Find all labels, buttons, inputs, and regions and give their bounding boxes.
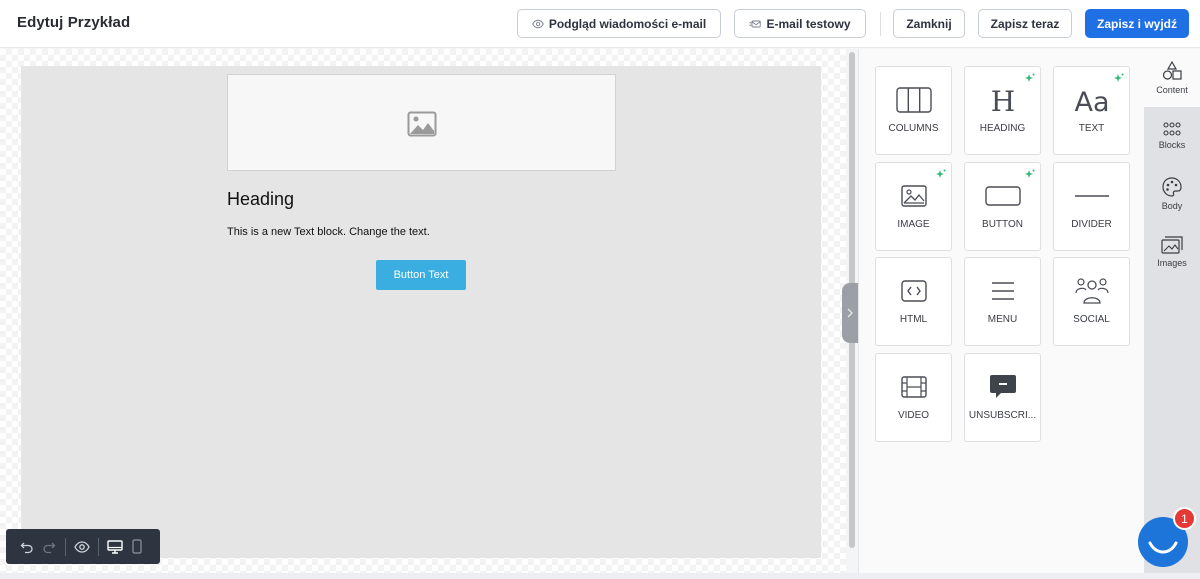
image-placeholder-icon xyxy=(407,111,437,137)
test-email-button[interactable]: E-mail testowy xyxy=(734,9,866,38)
undo-icon xyxy=(20,542,33,553)
email-heading-block[interactable]: Heading xyxy=(227,189,616,210)
divider-icon xyxy=(1074,195,1109,197)
content-tile-heading[interactable]: H HEADING xyxy=(964,66,1041,155)
video-icon xyxy=(900,376,927,398)
chat-smile-icon xyxy=(1148,541,1178,554)
email-preview-label: Podgląd wiadomości e-mail xyxy=(548,16,707,31)
content-tile-divider[interactable]: DIVIDER xyxy=(1053,162,1130,251)
content-tile-text[interactable]: Aa TEXT xyxy=(1053,66,1130,155)
email-body: Heading This is a new Text block. Change… xyxy=(227,74,616,290)
top-bar: Edytuj Przykład Podgląd wiadomości e-mai… xyxy=(0,0,1200,48)
tile-label: IMAGE xyxy=(897,219,930,230)
content-tile-social[interactable]: SOCIAL xyxy=(1053,257,1130,346)
columns-icon xyxy=(895,87,932,113)
save-now-label: Zapisz teraz xyxy=(990,16,1060,31)
image-placeholder-block[interactable] xyxy=(227,74,616,171)
envelope-icon xyxy=(749,20,762,27)
page-title: Edytuj Przykład xyxy=(17,14,131,31)
tile-label: COLUMNS xyxy=(888,123,939,134)
email-text-block[interactable]: This is a new Text block. Change the tex… xyxy=(227,226,616,238)
content-tile-image[interactable]: IMAGE xyxy=(875,162,952,251)
tile-label: UNSUBSCRI... xyxy=(968,410,1037,421)
side-tab-bar: Content Blocks Body Images xyxy=(1144,49,1200,575)
eye-icon xyxy=(532,19,544,28)
palette-icon xyxy=(1162,177,1182,197)
close-label: Zamknij xyxy=(906,16,952,31)
toolbar-divider xyxy=(98,537,99,556)
mobile-icon xyxy=(132,539,142,554)
redo-button[interactable] xyxy=(38,536,60,558)
svg-text:Aa: Aa xyxy=(1074,87,1109,115)
tab-content-label: Content xyxy=(1156,85,1188,95)
content-panel: COLUMNS H HEADING Aa TEXT IMAGE BUTTON D… xyxy=(858,49,1144,575)
tile-label: HTML xyxy=(899,314,928,325)
eye-icon xyxy=(74,540,90,553)
save-and-exit-button[interactable]: Zapisz i wyjdź xyxy=(1085,9,1189,38)
tile-label: DIVIDER xyxy=(1071,219,1112,230)
toolbar-divider xyxy=(65,537,66,556)
unsubscribe-icon xyxy=(989,375,1016,398)
text-icon: Aa xyxy=(1074,87,1109,115)
redo-icon xyxy=(43,542,56,553)
chat-notification-badge: 1 xyxy=(1173,507,1196,530)
save-and-exit-label: Zapisz i wyjdź xyxy=(1096,16,1177,31)
social-icon xyxy=(1074,278,1109,304)
svg-text:H: H xyxy=(990,85,1014,115)
tile-label: VIDEO xyxy=(897,410,930,421)
panel-collapse-handle[interactable] xyxy=(842,283,858,343)
tab-blocks[interactable]: Blocks xyxy=(1144,107,1200,165)
chevron-right-icon xyxy=(847,308,853,318)
content-tile-html[interactable]: HTML xyxy=(875,257,952,346)
sparkle-icon xyxy=(1025,73,1035,82)
tab-body-label: Body xyxy=(1161,201,1183,211)
button-icon xyxy=(984,186,1021,206)
email-canvas[interactable]: Heading This is a new Text block. Change… xyxy=(21,66,821,558)
tab-images[interactable]: Images xyxy=(1144,223,1200,281)
tile-label: MENU xyxy=(987,314,1018,325)
preview-toggle-button[interactable] xyxy=(71,536,93,558)
tile-label: SOCIAL xyxy=(1073,314,1110,325)
email-button-block[interactable]: Button Text xyxy=(376,260,466,290)
tab-images-label: Images xyxy=(1157,258,1187,268)
sparkle-icon xyxy=(1025,169,1035,178)
tab-blocks-label: Blocks xyxy=(1158,140,1186,150)
canvas-toolbar xyxy=(6,529,160,564)
header-divider xyxy=(880,12,881,36)
tab-content[interactable]: Content xyxy=(1144,49,1200,107)
blocks-icon xyxy=(1163,122,1181,136)
desktop-icon xyxy=(107,539,123,554)
content-tile-columns[interactable]: COLUMNS xyxy=(875,66,952,155)
content-tile-menu[interactable]: MENU xyxy=(964,257,1041,346)
html-icon xyxy=(900,280,927,302)
shapes-icon xyxy=(1162,61,1182,80)
editor-canvas-area: Heading This is a new Text block. Change… xyxy=(0,49,846,573)
tile-label: HEADING xyxy=(979,123,1026,134)
desktop-view-button[interactable] xyxy=(104,536,126,558)
sparkle-icon xyxy=(1114,73,1124,82)
tile-label: TEXT xyxy=(1078,123,1105,134)
tile-label: BUTTON xyxy=(982,219,1023,230)
save-now-button[interactable]: Zapisz teraz xyxy=(978,9,1072,38)
undo-button[interactable] xyxy=(16,536,38,558)
mobile-view-button[interactable] xyxy=(126,536,148,558)
email-preview-button[interactable]: Podgląd wiadomości e-mail xyxy=(517,9,721,38)
footer-strip xyxy=(0,573,1200,579)
sparkle-icon xyxy=(936,169,946,178)
heading-icon: H xyxy=(990,85,1014,115)
close-button[interactable]: Zamknij xyxy=(893,9,965,38)
content-tile-unsubscribe[interactable]: UNSUBSCRI... xyxy=(964,353,1041,442)
content-tile-button[interactable]: BUTTON xyxy=(964,162,1041,251)
images-icon xyxy=(1161,236,1183,254)
tab-body[interactable]: Body xyxy=(1144,165,1200,223)
image-icon xyxy=(900,185,927,207)
menu-icon xyxy=(991,282,1014,300)
test-email-label: E-mail testowy xyxy=(766,16,851,31)
content-tile-video[interactable]: VIDEO xyxy=(875,353,952,442)
